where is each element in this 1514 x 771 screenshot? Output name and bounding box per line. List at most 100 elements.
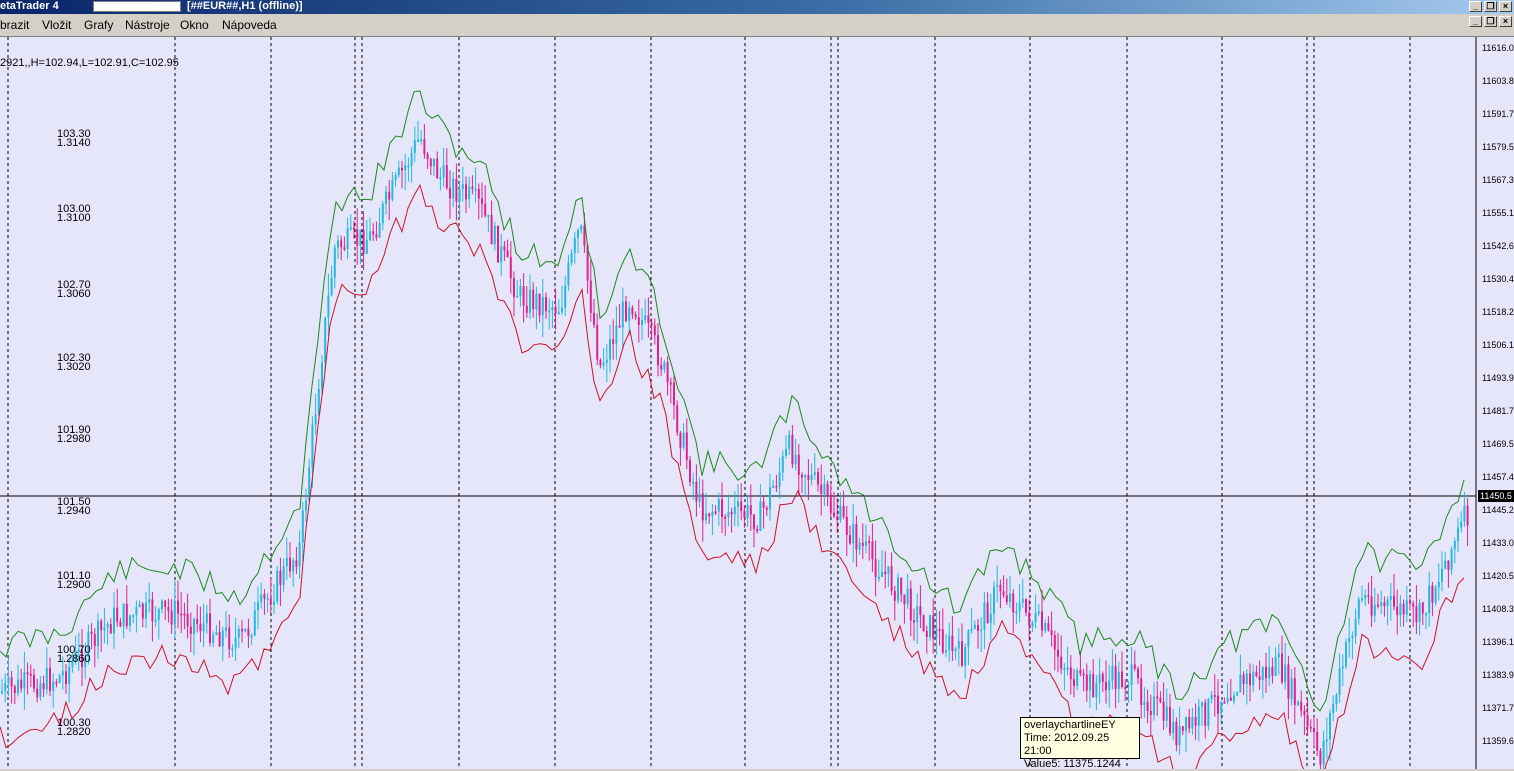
menu-window[interactable]: Okno: [180, 18, 209, 32]
candle-body: [29, 673, 32, 676]
candle-body: [657, 335, 659, 366]
candle-body: [394, 175, 397, 180]
candle-body: [244, 628, 247, 632]
candle-body: [1201, 702, 1203, 707]
candle-body: [1172, 721, 1175, 734]
candle-body: [1261, 666, 1264, 681]
candle-body: [1287, 664, 1290, 699]
candle-body: [973, 624, 976, 630]
candle-body: [919, 606, 922, 616]
candle-body: [570, 252, 573, 263]
candle-body: [705, 513, 707, 521]
candle-body: [1114, 665, 1117, 689]
candle-body: [916, 606, 919, 623]
candle-body: [212, 634, 215, 643]
menu-insert[interactable]: Vložit: [42, 18, 71, 32]
candle-body: [749, 505, 752, 515]
candle-body: [1002, 591, 1005, 596]
candle-body: [164, 600, 167, 607]
candle-body: [730, 511, 733, 515]
chart-close-button[interactable]: ×: [1499, 16, 1512, 27]
overlay-scale-b-label: 1.3140: [57, 137, 91, 149]
candle-body: [961, 641, 963, 666]
candle-body: [1213, 694, 1216, 697]
candle-body: [599, 359, 602, 366]
candle-body: [983, 602, 986, 630]
candle-body: [1159, 697, 1162, 702]
candle-body: [125, 603, 128, 626]
candle-body: [567, 262, 570, 286]
candle-body: [1402, 603, 1405, 615]
candle-body: [909, 588, 912, 621]
close-button[interactable]: ×: [1499, 1, 1512, 12]
chart-window-controls: _ ❐ ×: [1469, 16, 1512, 27]
chart-minimize-button[interactable]: _: [1469, 16, 1482, 27]
price-tick-label: 11530.4: [1482, 274, 1514, 284]
menu-charts[interactable]: Grafy: [84, 18, 113, 32]
candle-body: [1345, 642, 1347, 667]
candle-body: [397, 167, 400, 176]
candle-body: [813, 472, 816, 475]
menu-help[interactable]: Nápoveda: [222, 18, 277, 32]
candle-body: [423, 139, 426, 155]
candle-body: [1076, 670, 1079, 686]
candle-body: [90, 631, 93, 634]
menu-view[interactable]: brazit: [0, 18, 29, 32]
candle-body: [561, 307, 563, 313]
candle-body: [129, 615, 131, 626]
candle-body: [1297, 701, 1299, 705]
candle-body: [621, 301, 624, 328]
candle-body: [135, 607, 138, 616]
candle-body: [7, 677, 10, 684]
candle-body: [721, 499, 723, 517]
candle-body: [977, 624, 979, 631]
candle-body: [852, 524, 855, 544]
candle-body: [1239, 674, 1242, 693]
candle-body: [241, 628, 243, 632]
candle-body: [1316, 731, 1319, 751]
candle-body: [580, 225, 583, 231]
candle-body: [1274, 657, 1277, 676]
candle-body: [993, 586, 995, 614]
candle-body: [874, 559, 877, 577]
candle-body: [1373, 604, 1376, 616]
price-tick-label: 11603.8: [1482, 76, 1514, 86]
candle-body: [669, 382, 672, 385]
price-chart-canvas[interactable]: [0, 37, 1514, 769]
candle-body: [250, 635, 253, 638]
candle-body: [1047, 623, 1050, 631]
chart-restore-button[interactable]: ❐: [1484, 16, 1497, 27]
candle-body: [589, 280, 592, 313]
candle-body: [823, 483, 826, 495]
candle-body: [1309, 726, 1312, 729]
candle-body: [273, 601, 275, 605]
chart-area[interactable]: 2921,,H=102.94,L=102.91,C=102.95 103.30 1…: [0, 37, 1514, 770]
candle-body: [717, 499, 720, 512]
candle-body: [522, 285, 525, 306]
candle-body: [1197, 706, 1200, 726]
candle-body: [557, 312, 560, 315]
candle-body: [551, 306, 554, 311]
candle-body: [225, 627, 227, 631]
overlay-scale-b-label: 1.2820: [57, 726, 91, 738]
candle-body: [298, 542, 301, 567]
candle-body: [1137, 668, 1139, 679]
candle-body: [365, 240, 368, 254]
menu-tools[interactable]: Nástroje: [125, 18, 170, 32]
minimize-button[interactable]: _: [1469, 1, 1482, 12]
candle-body: [119, 621, 122, 627]
candle-body: [1341, 666, 1344, 669]
candle-body: [708, 513, 711, 517]
candle-body: [740, 501, 743, 511]
candle-body: [1441, 568, 1443, 582]
candle-body: [138, 604, 141, 608]
document-title: [##EUR##,H1 (offline)]: [187, 0, 303, 12]
candle-body: [1258, 676, 1261, 681]
candle-body: [759, 501, 762, 531]
candle-body: [452, 178, 455, 199]
candle-body: [407, 165, 410, 168]
candle-body: [833, 512, 835, 517]
candle-body: [685, 432, 688, 460]
restore-button[interactable]: ❐: [1484, 1, 1497, 12]
candle-body: [497, 225, 499, 263]
